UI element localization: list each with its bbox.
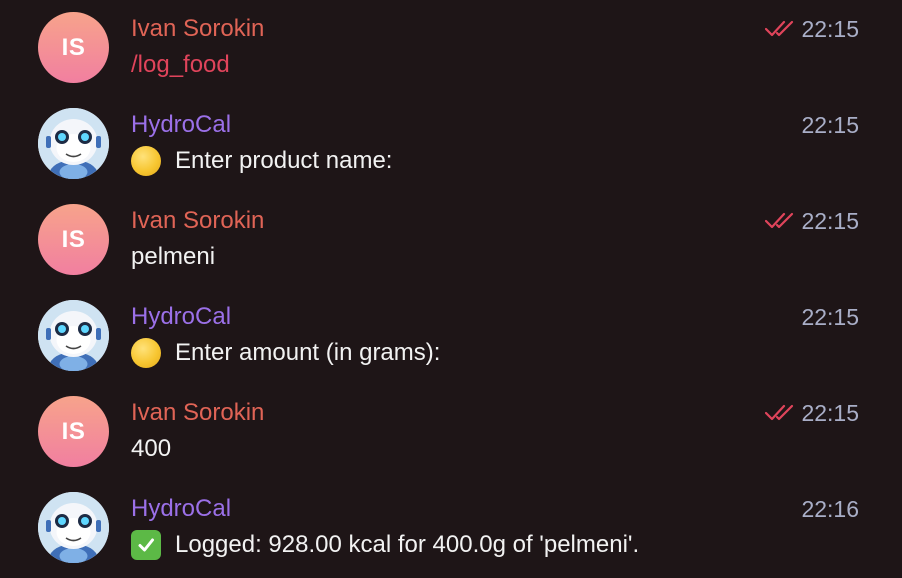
message-text[interactable]: Logged: 928.00 kcal for 400.0g of 'pelme… <box>131 530 639 560</box>
sender-name[interactable]: HydroCal <box>131 494 231 524</box>
message-row[interactable]: HydroCal Logged: 928.00 kcal for 400.0g … <box>0 480 902 576</box>
message-time: 22:15 <box>801 400 859 426</box>
bot-avatar[interactable] <box>38 492 109 563</box>
yellow-circle-icon <box>131 146 161 176</box>
message-row[interactable]: HydroCal Enter amount (in grams): 22:15 <box>0 288 902 384</box>
avatar-initials: IS <box>61 33 86 61</box>
chat-history: IS Ivan Sorokin /log_food 22:15 HydroCal… <box>0 0 902 578</box>
message-row[interactable]: IS Ivan Sorokin 400 22:15 <box>0 384 902 480</box>
double-check-icon <box>765 212 794 229</box>
sender-name[interactable]: HydroCal <box>131 302 231 332</box>
check-mark-icon <box>131 530 161 560</box>
double-check-icon <box>765 20 794 37</box>
avatar-initials: IS <box>61 225 86 253</box>
yellow-circle-icon <box>131 338 161 368</box>
message-row[interactable]: IS Ivan Sorokin pelmeni 22:15 <box>0 192 902 288</box>
robot-icon <box>38 300 109 371</box>
robot-icon <box>38 492 109 563</box>
bot-avatar[interactable] <box>38 108 109 179</box>
message-meta: 22:15 <box>801 302 859 332</box>
message-body: Enter product name: <box>175 147 393 174</box>
message-text[interactable]: pelmeni <box>131 242 215 272</box>
message-time: 22:15 <box>801 208 859 234</box>
sender-name[interactable]: HydroCal <box>131 110 231 140</box>
message-meta: 22:15 <box>765 398 859 428</box>
avatar[interactable]: IS <box>38 396 109 467</box>
message-body: pelmeni <box>131 243 216 270</box>
message-text[interactable]: 400 <box>131 434 171 464</box>
message-time: 22:15 <box>801 112 859 138</box>
message-text[interactable]: Enter product name: <box>131 146 392 176</box>
message-meta: 22:15 <box>765 14 859 44</box>
message-text[interactable]: Enter amount (in grams): <box>131 338 440 368</box>
robot-icon <box>38 108 109 179</box>
avatar[interactable]: IS <box>38 204 109 275</box>
command-link[interactable]: /log_food <box>131 50 230 80</box>
check-glyph-icon <box>138 538 154 552</box>
double-check-icon <box>765 404 794 421</box>
message-meta: 22:16 <box>801 494 859 524</box>
sender-name[interactable]: Ivan Sorokin <box>131 398 264 428</box>
sender-name[interactable]: Ivan Sorokin <box>131 206 264 236</box>
message-time: 22:15 <box>801 304 859 330</box>
message-row[interactable]: HydroCal Enter product name: 22:15 <box>0 96 902 192</box>
message-body: Enter amount (in grams): <box>175 339 441 366</box>
message-meta: 22:15 <box>765 206 859 236</box>
avatar-initials: IS <box>61 417 86 445</box>
message-row[interactable]: IS Ivan Sorokin /log_food 22:15 <box>0 0 902 96</box>
message-body: Logged: 928.00 kcal for 400.0g of 'pelme… <box>175 531 640 558</box>
message-body: 400 <box>131 435 172 462</box>
message-text[interactable]: /log_food <box>131 50 230 80</box>
avatar[interactable]: IS <box>38 12 109 83</box>
message-meta: 22:15 <box>801 110 859 140</box>
message-time: 22:15 <box>801 16 859 42</box>
message-time: 22:16 <box>801 496 859 522</box>
bot-avatar[interactable] <box>38 300 109 371</box>
sender-name[interactable]: Ivan Sorokin <box>131 14 264 44</box>
